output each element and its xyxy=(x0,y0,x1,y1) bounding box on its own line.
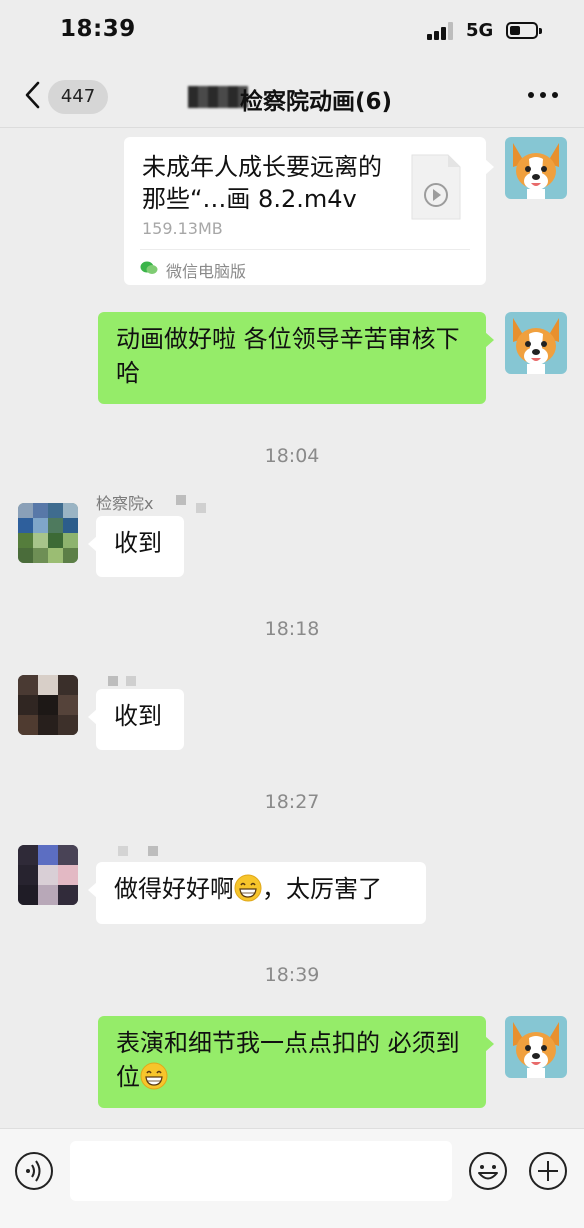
input-bar xyxy=(0,1128,584,1228)
contact-avatar[interactable] xyxy=(18,675,78,735)
plus-icon[interactable] xyxy=(528,1151,568,1191)
message-bubble-sent[interactable]: 表演和细节我一点点扣的 必须到位 xyxy=(98,1016,494,1108)
name-mosaic xyxy=(118,846,128,856)
mosaic-avatar xyxy=(18,503,78,563)
name-mosaic xyxy=(126,676,136,686)
chat-title: 检察院动画(6) xyxy=(240,89,393,115)
voice-icon[interactable] xyxy=(14,1151,54,1191)
wechat-icon xyxy=(140,261,158,274)
message-text: 收到 xyxy=(114,529,162,557)
mosaic-avatar xyxy=(18,675,78,735)
header-divider xyxy=(0,127,584,128)
chat-header: 447 检察院动画(6) xyxy=(0,62,584,128)
my-avatar[interactable] xyxy=(505,137,567,199)
sender-name: 检察院x xyxy=(96,494,154,513)
file-message[interactable]: 未成年人成长要远离的那些“…画 8.2.m4v 159.13MB 微信电脑版 xyxy=(124,137,494,285)
message-bubble-received[interactable]: 收到 xyxy=(88,516,184,577)
name-mosaic xyxy=(176,495,186,505)
my-avatar[interactable] xyxy=(505,312,567,374)
name-mosaic xyxy=(148,846,158,856)
unread-badge[interactable]: 447 xyxy=(48,80,108,114)
corgi-icon xyxy=(513,318,559,374)
contact-avatar[interactable] xyxy=(18,503,78,563)
emoji-icon[interactable] xyxy=(468,1151,508,1191)
status-time: 18:39 xyxy=(60,16,136,42)
file-divider xyxy=(140,249,470,250)
grinning-emoji-icon xyxy=(140,1062,168,1090)
message-bubble-sent[interactable]: 动画做好啦 各位领导辛苦审核下哈 xyxy=(98,312,494,404)
chevron-left-icon[interactable] xyxy=(22,80,44,110)
video-file-icon xyxy=(411,154,461,220)
timestamp: 18:04 xyxy=(264,445,320,467)
message-text: 收到 xyxy=(114,702,162,730)
my-avatar[interactable] xyxy=(505,1016,567,1078)
message-bubble-received[interactable]: 收到 xyxy=(88,689,184,750)
corgi-icon xyxy=(513,143,559,199)
file-size: 159.13MB xyxy=(142,219,223,238)
corgi-icon xyxy=(513,1022,559,1078)
mosaic-avatar xyxy=(18,845,78,905)
status-bar: 18:39 5G xyxy=(0,0,584,62)
message-text: 动画做好啦 各位领导辛苦审核下哈 xyxy=(116,325,460,387)
name-mosaic xyxy=(196,503,206,513)
timestamp: 18:39 xyxy=(264,964,320,986)
network-type: 5G xyxy=(466,20,494,41)
battery-icon xyxy=(506,22,542,39)
more-dots-icon[interactable] xyxy=(526,92,560,100)
contact-avatar[interactable] xyxy=(18,845,78,905)
message-text: 做得好好啊 xyxy=(114,875,234,903)
title-mosaic xyxy=(188,86,248,108)
message-input[interactable] xyxy=(70,1141,452,1201)
file-source: 微信电脑版 xyxy=(166,262,247,281)
grinning-emoji-icon xyxy=(234,874,262,902)
message-bubble-received[interactable]: 做得好好啊 ，太厉害了 xyxy=(88,862,426,924)
timestamp: 18:27 xyxy=(264,791,320,813)
name-mosaic xyxy=(108,676,118,686)
timestamp: 18:18 xyxy=(264,618,320,640)
signal-icon xyxy=(427,22,455,40)
file-name: 未成年人成长要远离的那些“…画 8.2.m4v xyxy=(142,153,382,213)
message-text: ，太厉害了 xyxy=(262,875,382,903)
